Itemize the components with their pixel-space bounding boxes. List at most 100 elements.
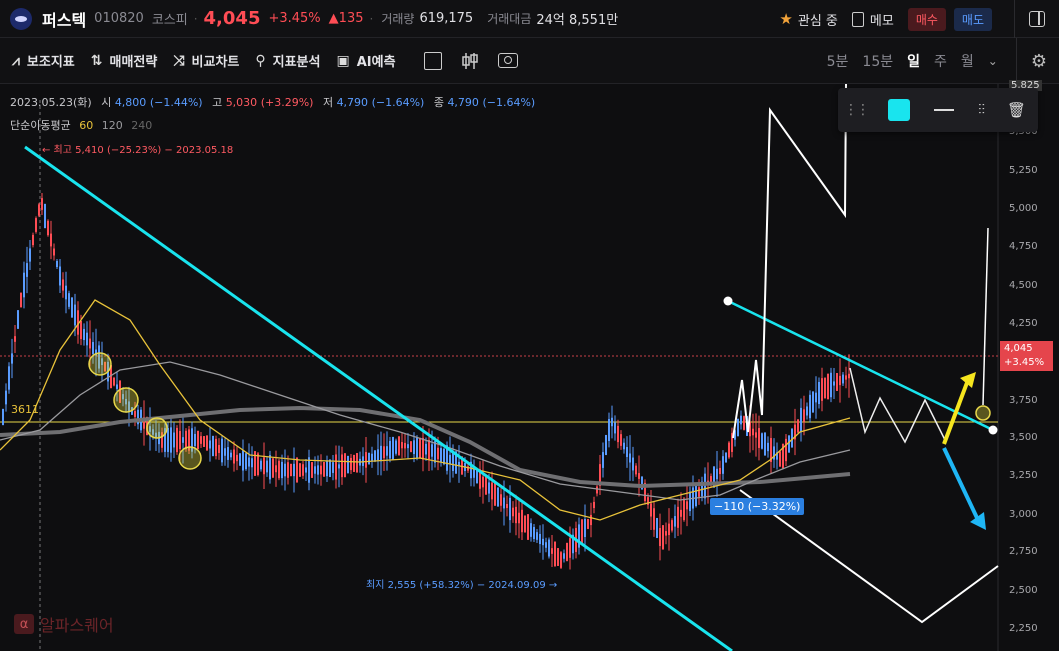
stock-name[interactable]: 퍼스텍 [42, 7, 86, 31]
candle-body [497, 487, 499, 507]
period-day[interactable]: 일 [907, 51, 920, 71]
candle-body [614, 422, 616, 434]
candle-body [284, 463, 286, 477]
candle-body [389, 440, 391, 459]
candle-body [302, 464, 304, 476]
period-5min[interactable]: 5분 [827, 51, 849, 71]
period-15min[interactable]: 15분 [862, 51, 893, 71]
gear-icon[interactable]: ⚙ [1031, 51, 1047, 72]
color-picker-button[interactable] [888, 99, 910, 121]
candle-body [257, 453, 259, 476]
candle-body [167, 428, 169, 452]
candle-body [53, 248, 55, 256]
close-pct: (−1.64%) [482, 96, 536, 109]
candle-body [329, 459, 331, 478]
low-value: 4,790 [336, 96, 369, 109]
axis-tick-label: 2,500 [1009, 585, 1038, 596]
candle-body [113, 377, 115, 386]
price-chart-canvas[interactable] [0, 84, 1059, 651]
sell-button[interactable]: 매도 [953, 7, 992, 31]
camera-icon[interactable] [497, 53, 518, 68]
candle-body [182, 437, 184, 443]
candle-body [425, 443, 427, 455]
candle-body [29, 248, 31, 262]
candle-body [845, 375, 847, 380]
candle-body [638, 473, 640, 479]
candle-body [347, 455, 349, 474]
candle-body [326, 461, 328, 477]
candle-body [26, 263, 28, 277]
candle-body [521, 509, 523, 533]
candle-body [530, 523, 532, 537]
axis-tick-label: 4,500 [1009, 280, 1038, 291]
candle-body [821, 378, 823, 401]
period-week[interactable]: 주 [934, 51, 947, 71]
chart-type-square-icon[interactable] [423, 51, 442, 70]
candle-body [59, 266, 61, 286]
candle-body [272, 458, 274, 478]
candle-body [758, 428, 760, 448]
candle-body [827, 373, 829, 400]
low-label: 저 [322, 96, 334, 109]
company-logo [10, 7, 32, 30]
candle-body [764, 432, 766, 456]
candle-body [428, 440, 430, 460]
toolbar-divider [1015, 38, 1017, 84]
candle-body [833, 381, 835, 386]
candle-body [68, 293, 70, 307]
candle-body [437, 447, 439, 460]
current-price-tag: 4,045 +3.45% [1000, 341, 1053, 371]
indicator-button[interactable]: ⩘ 보조지표 [12, 51, 75, 71]
ma-value-tag: 3611 [11, 403, 39, 416]
ma-label: 단순이동평균 [10, 119, 71, 132]
watch-button[interactable]: ★ 관심 중 [779, 10, 837, 29]
drag-handle-icon[interactable]: ⋮⋮ [844, 102, 870, 118]
candle-body [380, 445, 382, 462]
candle-body [752, 428, 754, 436]
candle-body [395, 440, 397, 454]
watermark-text: 알파스퀘어 [40, 616, 114, 635]
candle-body [656, 517, 658, 539]
candle-body [569, 538, 571, 558]
candle-body [632, 457, 634, 471]
change-percent: +3.45% [268, 11, 321, 26]
chevron-down-icon[interactable]: ⌄ [988, 54, 998, 68]
candle-body [443, 448, 445, 465]
candle-body [317, 465, 319, 475]
memo-button[interactable]: 메모 [851, 10, 894, 29]
candle-body [263, 457, 265, 475]
high-value: 5,030 [225, 96, 258, 109]
strategy-icon: ⇅ [90, 52, 103, 69]
settings-sliders-icon[interactable]: ⫶⫶ [978, 102, 985, 118]
candle-body [503, 497, 505, 509]
candle-body [413, 440, 415, 455]
candle-body [494, 482, 496, 506]
candle-body [245, 453, 247, 470]
line-style-icon[interactable] [934, 109, 954, 111]
compare-chart-button[interactable]: ⤨ 비교차트 [173, 51, 239, 71]
buy-button[interactable]: 매수 [907, 7, 946, 31]
ohlc-info: 2023.05.23(화) 시 4,800 (−1.44%) 고 5,030 (… [10, 94, 535, 110]
side-panel-icon[interactable] [1029, 11, 1045, 27]
stock-header: 퍼스텍 010820 코스피 · 4,045 +3.45% ▲135 · 거래량… [0, 0, 1059, 38]
candle-body [818, 381, 820, 405]
candle-body [608, 419, 610, 441]
close-label: 종 [433, 96, 444, 109]
candle-body [266, 460, 268, 473]
candle-body [812, 391, 814, 413]
projection-line-zigzag [849, 367, 946, 444]
candle-body [506, 503, 508, 509]
strategy-button[interactable]: ⇅ 매매전략 [90, 51, 158, 71]
ma240-legend: 240 [131, 119, 153, 132]
candlestick-icon[interactable] [460, 51, 480, 71]
change-amount: ▲135 [328, 11, 364, 26]
candle-body [23, 272, 25, 298]
ma-legend[interactable]: 단순이동평균 60 120 240 [10, 117, 152, 133]
axis-tick-label: 2,250 [1009, 623, 1038, 634]
indicator-analysis-button[interactable]: ⚲ 지표분석 [255, 51, 320, 71]
candle-body [281, 461, 283, 479]
period-month[interactable]: 월 [961, 51, 974, 71]
ai-forecast-button[interactable]: ▣ AI예측 [336, 51, 395, 71]
trash-icon[interactable]: 🗑 [1007, 101, 1026, 119]
indicator-icon: ⩘ [12, 52, 20, 69]
